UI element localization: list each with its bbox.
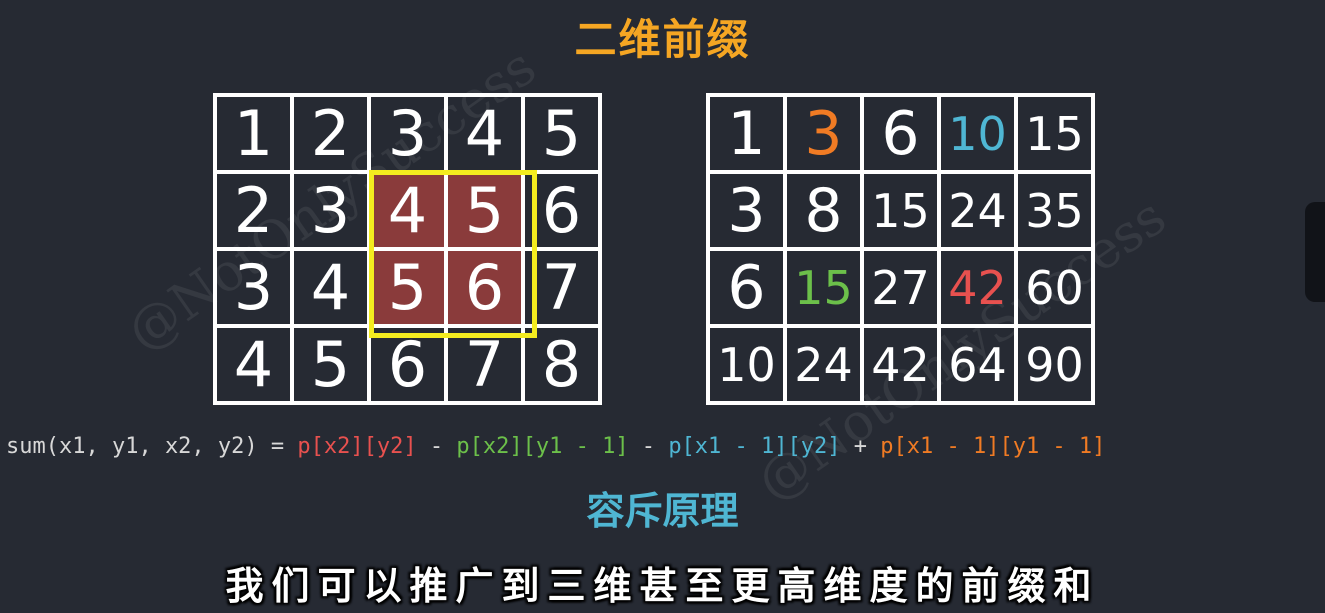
source-matrix-cell: 4: [446, 95, 523, 172]
source-matrix-cell: 4: [215, 326, 292, 403]
source-matrix-cell: 5: [292, 326, 369, 403]
prefix-sum-matrix-cell: 15: [1016, 95, 1093, 172]
formula-term-2: p[x2][y1 - 1]: [456, 434, 629, 459]
subtitle: 容斥原理: [586, 489, 739, 533]
formula-term-3: p[x1 - 1][y2]: [668, 434, 841, 459]
prefix-sum-matrix-cell: 3: [708, 172, 785, 249]
prefix-sum-matrix-cell: 60: [1016, 249, 1093, 326]
source-matrix-cell: 7: [446, 326, 523, 403]
prefix-sum-matrix: 1 3 6 10 15 3 8 15 24 35 6 15 27 42 60 10 24 42 64 90: [706, 93, 1095, 405]
prefix-sum-matrix-cell: 8: [785, 172, 862, 249]
source-matrix-cell: 7: [523, 249, 600, 326]
source-matrix-cell: 2: [215, 172, 292, 249]
formula-term-4: p[x1 - 1][y1 - 1]: [880, 434, 1106, 459]
source-matrix-cell: 4: [292, 249, 369, 326]
range-sum-formula: sum(x1, y1, x2, y2) = p[x2][y2] - p[x2][…: [6, 434, 1105, 459]
prefix-sum-matrix-cell: 1: [708, 95, 785, 172]
source-matrix-cell: 3: [215, 249, 292, 326]
prefix-sum-matrix-cell: 3: [785, 95, 862, 172]
source-matrix-cell: 6: [523, 172, 600, 249]
formula-op-2: -: [628, 434, 669, 459]
formula-op-3: +: [840, 434, 881, 459]
source-matrix-cell: 8: [523, 326, 600, 403]
source-matrix-cell: 6: [369, 326, 446, 403]
source-matrix-cell: 1: [215, 95, 292, 172]
source-matrix-cell: 3: [292, 172, 369, 249]
source-matrix-cell: 5: [369, 249, 446, 326]
side-panel-handle[interactable]: [1305, 202, 1325, 302]
prefix-sum-matrix-cell: 6: [708, 249, 785, 326]
formula-term-1: p[x2][y2]: [297, 434, 417, 459]
source-matrix-cell: 6: [446, 249, 523, 326]
source-matrix: 12345234563456745678: [213, 93, 602, 405]
prefix-sum-matrix-cell: 10: [939, 95, 1016, 172]
source-matrix-cell: 2: [292, 95, 369, 172]
prefix-sum-matrix-cell: 24: [939, 172, 1016, 249]
source-matrix-cell: 3: [369, 95, 446, 172]
prefix-sum-matrix-cell: 24: [785, 326, 862, 403]
page-title: 二维前缀: [574, 15, 751, 64]
prefix-sum-matrix-cell: 42: [862, 326, 939, 403]
source-matrix-cell: 5: [446, 172, 523, 249]
prefix-sum-matrix-cell: 15: [862, 172, 939, 249]
prefix-sum-matrix-cell: 90: [1016, 326, 1093, 403]
prefix-sum-matrix-cell: 27: [862, 249, 939, 326]
source-matrix-cell: 4: [369, 172, 446, 249]
prefix-sum-matrix-cell: 6: [862, 95, 939, 172]
prefix-sum-matrix-cell: 42: [939, 249, 1016, 326]
prefix-sum-matrix-cell: 35: [1016, 172, 1093, 249]
source-matrix-cell: 5: [523, 95, 600, 172]
prefix-sum-matrix-cell: 10: [708, 326, 785, 403]
video-caption: 我们可以推广到三维甚至更高维度的前缀和: [225, 564, 1100, 608]
formula-prefix: sum(x1, y1, x2, y2) =: [6, 434, 298, 459]
formula-op-1: -: [416, 434, 457, 459]
prefix-sum-matrix-cell: 15: [785, 249, 862, 326]
prefix-sum-matrix-cell: 64: [939, 326, 1016, 403]
